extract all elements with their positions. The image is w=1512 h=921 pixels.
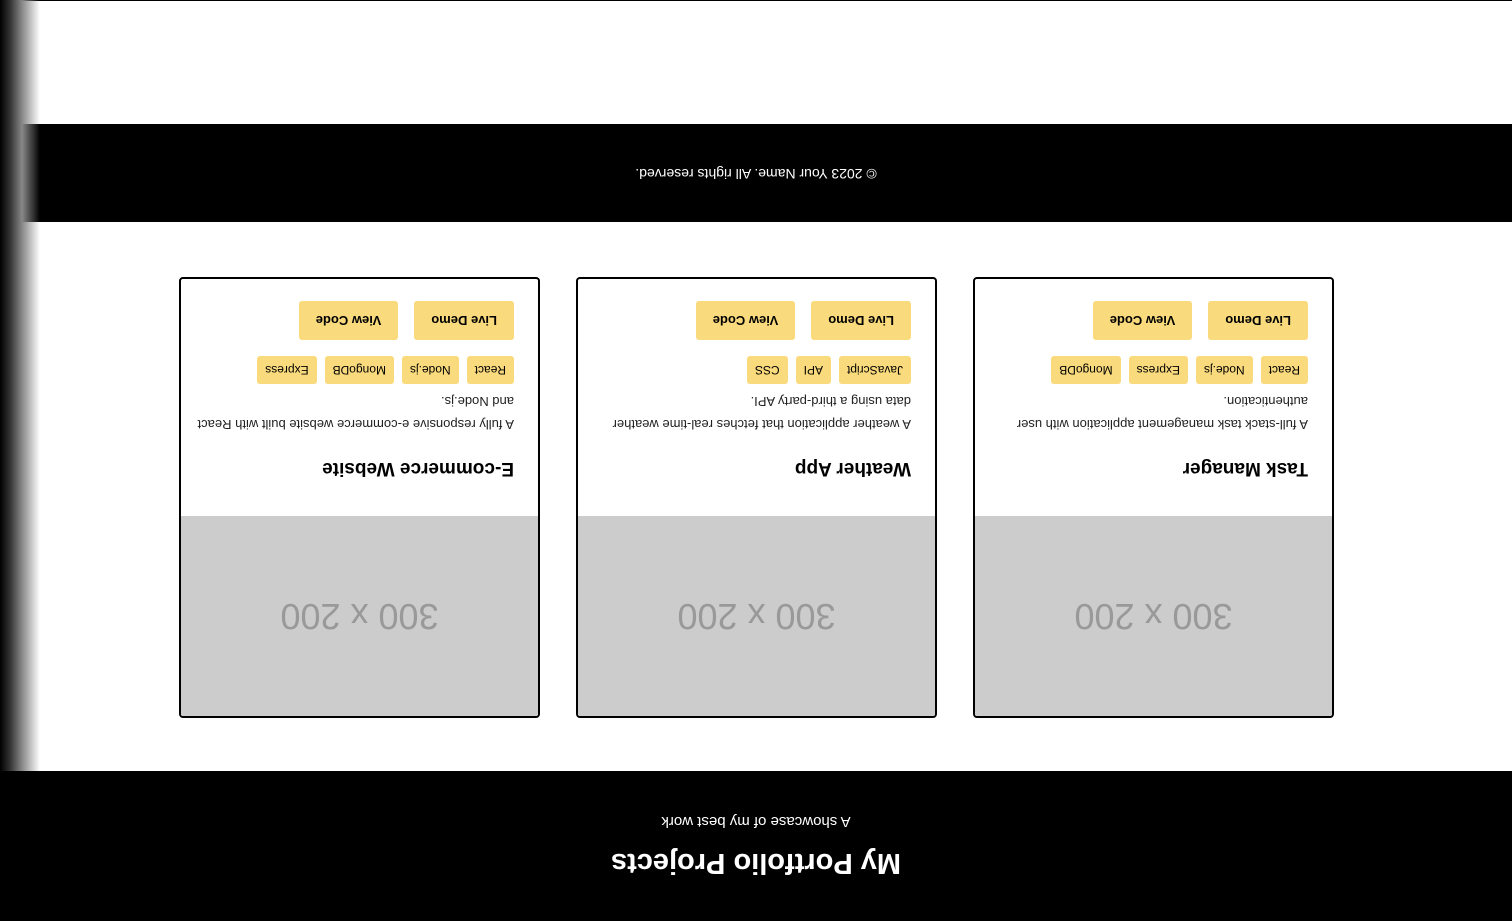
site-header: My Portfolio Projects A showcase of my b… (0, 771, 1512, 921)
project-card-ecommerce-website: 300 x 200 E-commerce Website A fully res… (179, 277, 540, 718)
project-image-placeholder: 300 x 200 (181, 516, 538, 716)
card-actions: Live Demo View Code (298, 301, 514, 340)
tag: Express (257, 356, 317, 384)
tag-list: JavaScript API CSS (746, 356, 911, 384)
divider (0, 0, 1512, 1)
project-card-weather-app: 300 x 200 Weather App A weather applicat… (576, 277, 937, 718)
tag: MongoDB (324, 356, 394, 384)
project-description: A weather application that fetches real-… (612, 394, 911, 432)
projects-grid: 300 x 200 Task Manager A full-stack task… (0, 222, 1512, 771)
tag: React (466, 356, 514, 384)
page-rotated-180: My Portfolio Projects A showcase of my b… (0, 0, 1512, 921)
project-card-task-manager: 300 x 200 Task Manager A full-stack task… (973, 277, 1334, 718)
page-title: My Portfolio Projects (610, 847, 902, 879)
tag: React (1260, 356, 1308, 384)
project-description: A full-stack task management application… (1016, 394, 1308, 432)
tag-list: React Node.js MongoDB Express (257, 356, 514, 384)
project-title: Weather App (794, 458, 911, 479)
project-image-placeholder: 300 x 200 (975, 516, 1332, 716)
page-subtitle: A showcase of my best work (661, 813, 851, 830)
tag: JavaScript (838, 356, 911, 384)
site-footer: © 2023 Your Name. All rights reserved. (0, 124, 1512, 222)
tag: MongoDB (1051, 356, 1121, 384)
tag: API (795, 356, 831, 384)
project-description: A fully responsive e-commerce website bu… (197, 394, 514, 432)
project-title: E-commerce Website (322, 458, 514, 479)
live-demo-button[interactable]: Live Demo (1208, 301, 1308, 340)
copyright-text: © 2023 Your Name. All rights reserved. (635, 166, 877, 182)
view-code-button[interactable]: View Code (695, 301, 796, 340)
tag: CSS (746, 356, 788, 384)
live-demo-button[interactable]: Live Demo (811, 301, 911, 340)
view-code-button[interactable]: View Code (298, 301, 399, 340)
tag: Express (1128, 356, 1188, 384)
tag: Node.js (1195, 356, 1253, 384)
project-image-placeholder: 300 x 200 (578, 516, 935, 716)
card-actions: Live Demo View Code (695, 301, 911, 340)
tag: Node.js (401, 356, 459, 384)
blank-area (0, 0, 1512, 124)
live-demo-button[interactable]: Live Demo (414, 301, 514, 340)
project-title: Task Manager (1182, 458, 1308, 479)
card-actions: Live Demo View Code (1092, 301, 1308, 340)
tag-list: React Node.js Express MongoDB (1051, 356, 1308, 384)
edge-shadow (0, 0, 40, 771)
view-code-button[interactable]: View Code (1092, 301, 1193, 340)
